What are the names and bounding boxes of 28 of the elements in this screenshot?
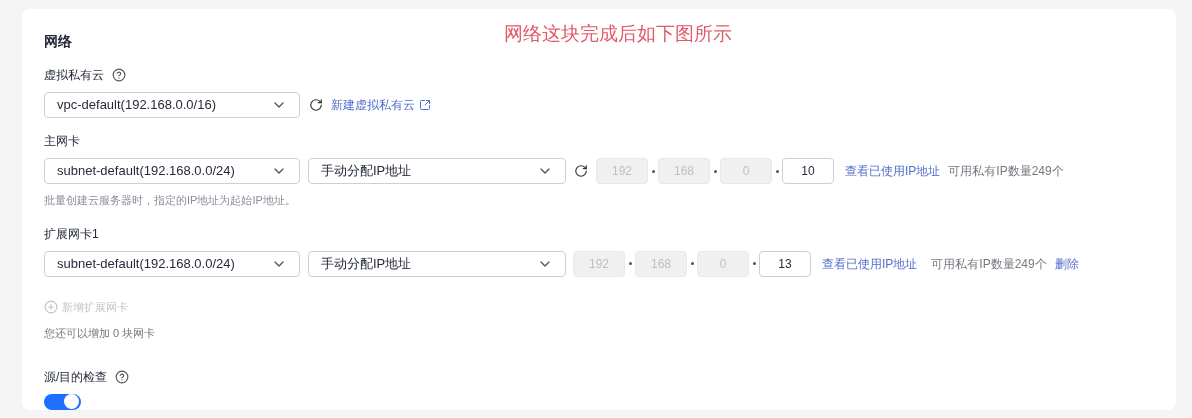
hint-text: 批量创建云服务器时，指定的IP地址为起始IP地址。 bbox=[44, 193, 297, 208]
field-label: 主网卡 bbox=[44, 133, 81, 150]
view-used-ip-link[interactable]: 查看已使用IP地址 bbox=[845, 162, 941, 180]
field-label: 扩展网卡1 bbox=[44, 225, 100, 243]
view-used-ip-link[interactable]: 查看已使用IP地址 bbox=[822, 254, 918, 273]
help-icon[interactable] bbox=[112, 68, 126, 82]
dropdown-select[interactable]: vpc-default(192.168.0.0/16) bbox=[44, 92, 300, 118]
field-label: 源/目的检查 bbox=[44, 368, 108, 386]
ip-octet-field[interactable]: 13 bbox=[759, 250, 811, 277]
section-title: 网络 bbox=[44, 32, 72, 51]
delete-link[interactable]: 删除 bbox=[1054, 254, 1079, 273]
external-link-icon bbox=[419, 99, 431, 111]
annotation-text: 网络这块完成后如下图所示 bbox=[504, 22, 732, 46]
dropdown-select[interactable]: subnet-default(192.168.0.0/24) bbox=[44, 250, 300, 277]
help-icon[interactable] bbox=[115, 369, 130, 384]
create-vpc-link[interactable]: 新建虚拟私有云 bbox=[331, 96, 431, 114]
dropdown-select[interactable]: subnet-default(192.168.0.0/24) bbox=[44, 158, 300, 184]
toggle-switch[interactable] bbox=[44, 393, 81, 410]
plus-circle-icon bbox=[44, 299, 58, 314]
refresh-icon[interactable] bbox=[574, 164, 588, 178]
available-ip-count: 可用私有IP数量249个 bbox=[948, 163, 1064, 180]
dropdown-select[interactable]: 手动分配IP地址 bbox=[308, 250, 566, 277]
available-ip-count: 可用私有IP数量249个 bbox=[931, 255, 1047, 273]
refresh-icon[interactable] bbox=[309, 98, 323, 112]
field-label: 虚拟私有云 bbox=[44, 67, 104, 84]
nic-quota-text: 您还可以增加 0 块网卡 bbox=[44, 326, 157, 341]
ip-octet-field[interactable]: 10 bbox=[782, 158, 834, 184]
dropdown-select[interactable]: 手动分配IP地址 bbox=[308, 158, 566, 184]
